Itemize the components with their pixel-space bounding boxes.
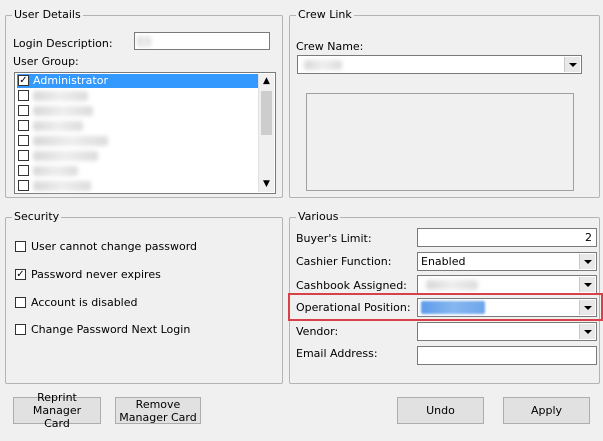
- scroll-up-icon[interactable]: ▲: [259, 74, 274, 89]
- user-group-row[interactable]: [17, 134, 217, 148]
- user-group-row[interactable]: [17, 164, 217, 178]
- redacted-group-name: [33, 151, 98, 161]
- reprint-manager-card-label-line1: Reprint Manager: [32, 391, 82, 417]
- buyers-limit-value: 2: [585, 231, 592, 244]
- cashbook-assigned-dropdown-arrow[interactable]: [579, 277, 595, 292]
- cashbook-assigned-label: Cashbook Assigned:: [296, 279, 407, 292]
- user-group-label-administrator: Administrator: [33, 74, 108, 87]
- scroll-thumb[interactable]: [261, 91, 272, 135]
- user-group-label: User Group:: [13, 55, 79, 68]
- chevron-down-icon: [583, 259, 592, 264]
- user-group-row[interactable]: [17, 119, 217, 133]
- undo-button[interactable]: Undo: [397, 397, 484, 424]
- redacted-group-name: [33, 106, 93, 116]
- chevron-down-icon: [583, 282, 592, 287]
- user-details-title: User Details: [12, 8, 83, 22]
- login-description-label: Login Description:: [13, 37, 113, 50]
- password-never-expires-label: Password never expires: [31, 268, 161, 281]
- crew-photo-panel: [306, 93, 574, 191]
- crew-name-label: Crew Name:: [296, 40, 364, 53]
- user-group-checkbox[interactable]: [18, 105, 29, 116]
- buyers-limit-input[interactable]: 2: [417, 228, 597, 247]
- security-group: Security User cannot change password ✓ P…: [5, 210, 283, 384]
- operational-position-selection: [421, 301, 485, 314]
- vendor-dropdown-arrow[interactable]: [579, 324, 595, 339]
- change-password-next-login-checkbox[interactable]: [15, 324, 26, 335]
- apply-button[interactable]: Apply: [503, 397, 590, 424]
- cashier-function-dropdown-arrow[interactable]: [579, 254, 595, 269]
- apply-label: Apply: [530, 404, 563, 417]
- change-password-next-login-label: Change Password Next Login: [31, 323, 191, 336]
- chevron-down-icon: [583, 305, 592, 310]
- redacted-group-name: [33, 136, 108, 146]
- remove-manager-card-label-line1: Remove: [135, 397, 181, 411]
- vendor-dropdown[interactable]: [417, 322, 597, 341]
- user-group-scrollbar[interactable]: ▲ ▼: [258, 74, 274, 192]
- operational-position-dropdown-arrow[interactable]: [579, 300, 595, 315]
- chevron-down-icon: [568, 62, 577, 67]
- redacted-cashbook: [426, 280, 478, 290]
- crew-link-group: Crew Link Crew Name:: [289, 8, 600, 198]
- user-group-row[interactable]: [17, 89, 217, 103]
- vendor-label: Vendor:: [296, 325, 339, 338]
- crew-link-title: Crew Link: [296, 8, 354, 22]
- user-group-checkbox-administrator[interactable]: ✓: [18, 75, 29, 86]
- user-cannot-change-password-checkbox[interactable]: [15, 241, 26, 252]
- reprint-manager-card-button[interactable]: Reprint Manager Card: [13, 391, 101, 430]
- cashier-function-value: Enabled: [421, 255, 466, 268]
- user-group-checkbox[interactable]: [18, 120, 29, 131]
- user-cannot-change-password-label: User cannot change password: [31, 240, 198, 253]
- remove-manager-card-label-line2: Manager Card: [119, 410, 197, 424]
- scroll-down-icon[interactable]: ▼: [259, 177, 274, 192]
- user-group-row-administrator[interactable]: ✓ Administrator: [17, 74, 260, 88]
- user-group-row[interactable]: [17, 104, 217, 118]
- redacted-group-name: [33, 91, 88, 101]
- various-title: Various: [296, 210, 341, 224]
- email-address-input[interactable]: [417, 346, 597, 365]
- redacted-crew-name: [304, 60, 342, 70]
- account-is-disabled-label: Account is disabled: [31, 296, 138, 309]
- operational-position-dropdown[interactable]: [417, 298, 597, 317]
- crew-name-dropdown-arrow[interactable]: [564, 57, 580, 72]
- user-details-group: User Details Login Description: User Gro…: [5, 8, 283, 198]
- redacted-login-description: [137, 36, 151, 47]
- email-address-label: Email Address:: [296, 347, 378, 360]
- user-group-list[interactable]: ✓ Administrator ▲ ▼: [14, 72, 276, 194]
- user-group-checkbox[interactable]: [18, 165, 29, 176]
- redacted-group-name: [33, 181, 91, 191]
- undo-label: Undo: [426, 404, 455, 417]
- user-group-checkbox[interactable]: [18, 180, 29, 191]
- cashier-function-label: Cashier Function:: [296, 255, 392, 268]
- cashier-function-dropdown[interactable]: Enabled: [417, 252, 597, 271]
- account-is-disabled-checkbox[interactable]: [15, 297, 26, 308]
- user-group-checkbox[interactable]: [18, 90, 29, 101]
- user-group-checkbox[interactable]: [18, 135, 29, 146]
- user-group-row[interactable]: [17, 149, 217, 163]
- user-group-row[interactable]: [17, 179, 217, 193]
- operational-position-label: Operational Position:: [296, 301, 411, 314]
- user-group-checkbox[interactable]: [18, 150, 29, 161]
- various-group: Various Buyer's Limit: 2 Cashier Functio…: [288, 210, 603, 384]
- cashbook-assigned-dropdown[interactable]: [417, 275, 597, 294]
- login-description-input[interactable]: [134, 32, 270, 50]
- security-title: Security: [12, 210, 62, 224]
- remove-manager-card-button[interactable]: Remove Manager Card: [115, 397, 201, 424]
- button-bar: Reprint Manager Card Remove Manager Card…: [0, 388, 603, 441]
- chevron-down-icon: [583, 329, 592, 334]
- password-never-expires-checkbox[interactable]: ✓: [15, 269, 26, 280]
- reprint-manager-card-label-line2: Card: [44, 417, 70, 430]
- redacted-group-name: [33, 166, 78, 176]
- redacted-group-name: [33, 121, 83, 131]
- crew-name-dropdown[interactable]: [297, 55, 582, 74]
- buyers-limit-label: Buyer's Limit:: [296, 232, 372, 245]
